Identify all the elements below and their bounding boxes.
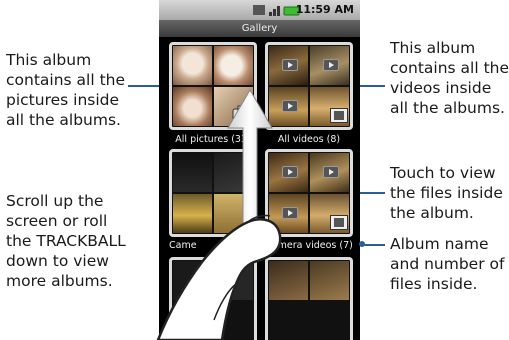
annotation-line: all the albums. <box>6 111 121 129</box>
annotation-line: This album <box>6 51 92 69</box>
annotation-line: more albums. <box>6 272 113 290</box>
app-title: Gallery <box>159 20 360 37</box>
play-icon <box>282 100 298 112</box>
annotation-line: screen or roll <box>6 212 108 230</box>
annotation-line: files inside. <box>390 275 478 293</box>
annotation-line: the TRACKBALL <box>6 232 126 250</box>
annotation-line: the album. <box>390 204 474 222</box>
play-icon <box>282 166 298 178</box>
thumbnail <box>214 46 253 85</box>
leader-all-pictures <box>128 85 162 87</box>
annotation-line: videos inside <box>390 79 492 97</box>
thumbnail <box>173 87 212 126</box>
annotation-line: all the albums. <box>390 99 505 117</box>
annotation-touch: Touch to view the files inside the album… <box>390 163 503 223</box>
annotation-all-videos: This album contains all the videos insid… <box>390 38 509 118</box>
annotation-line: and number of <box>390 255 505 273</box>
annotation-line: contains all the <box>6 71 126 89</box>
annotation-line: contains all the <box>390 59 509 77</box>
film-icon <box>330 215 348 230</box>
play-icon <box>282 59 298 71</box>
status-bar: 11:59 AM <box>159 0 360 20</box>
leader-album-name <box>362 244 385 246</box>
annotation-line: This album <box>390 39 476 57</box>
annotation-line: the files inside <box>390 184 503 202</box>
album-label: All videos (8) <box>277 134 341 145</box>
annotation-line: Album name <box>390 235 489 253</box>
annotation-album-name: Album name and number of files inside. <box>390 234 504 294</box>
finger-icon <box>156 214 282 340</box>
annotation-line: Scroll up the <box>6 192 104 210</box>
thumbnail <box>173 46 212 85</box>
annotation-all-pictures: This album contains all the pictures ins… <box>6 50 125 130</box>
film-icon <box>330 108 348 123</box>
thumbnail <box>310 261 349 300</box>
annotation-scroll: Scroll up the screen or roll the TRACKBA… <box>6 191 126 291</box>
annotation-line: down to view <box>6 252 109 270</box>
play-icon <box>323 59 339 71</box>
signal-icon <box>269 12 272 16</box>
leader-dot <box>359 241 365 247</box>
annotation-line: pictures inside <box>6 91 120 109</box>
network-icon <box>253 5 265 15</box>
annotation-line: Touch to view <box>390 164 496 182</box>
play-icon <box>323 166 339 178</box>
thumbnail <box>173 153 212 192</box>
status-time: 11:59 AM <box>295 3 354 16</box>
album-all-videos[interactable] <box>265 42 353 130</box>
